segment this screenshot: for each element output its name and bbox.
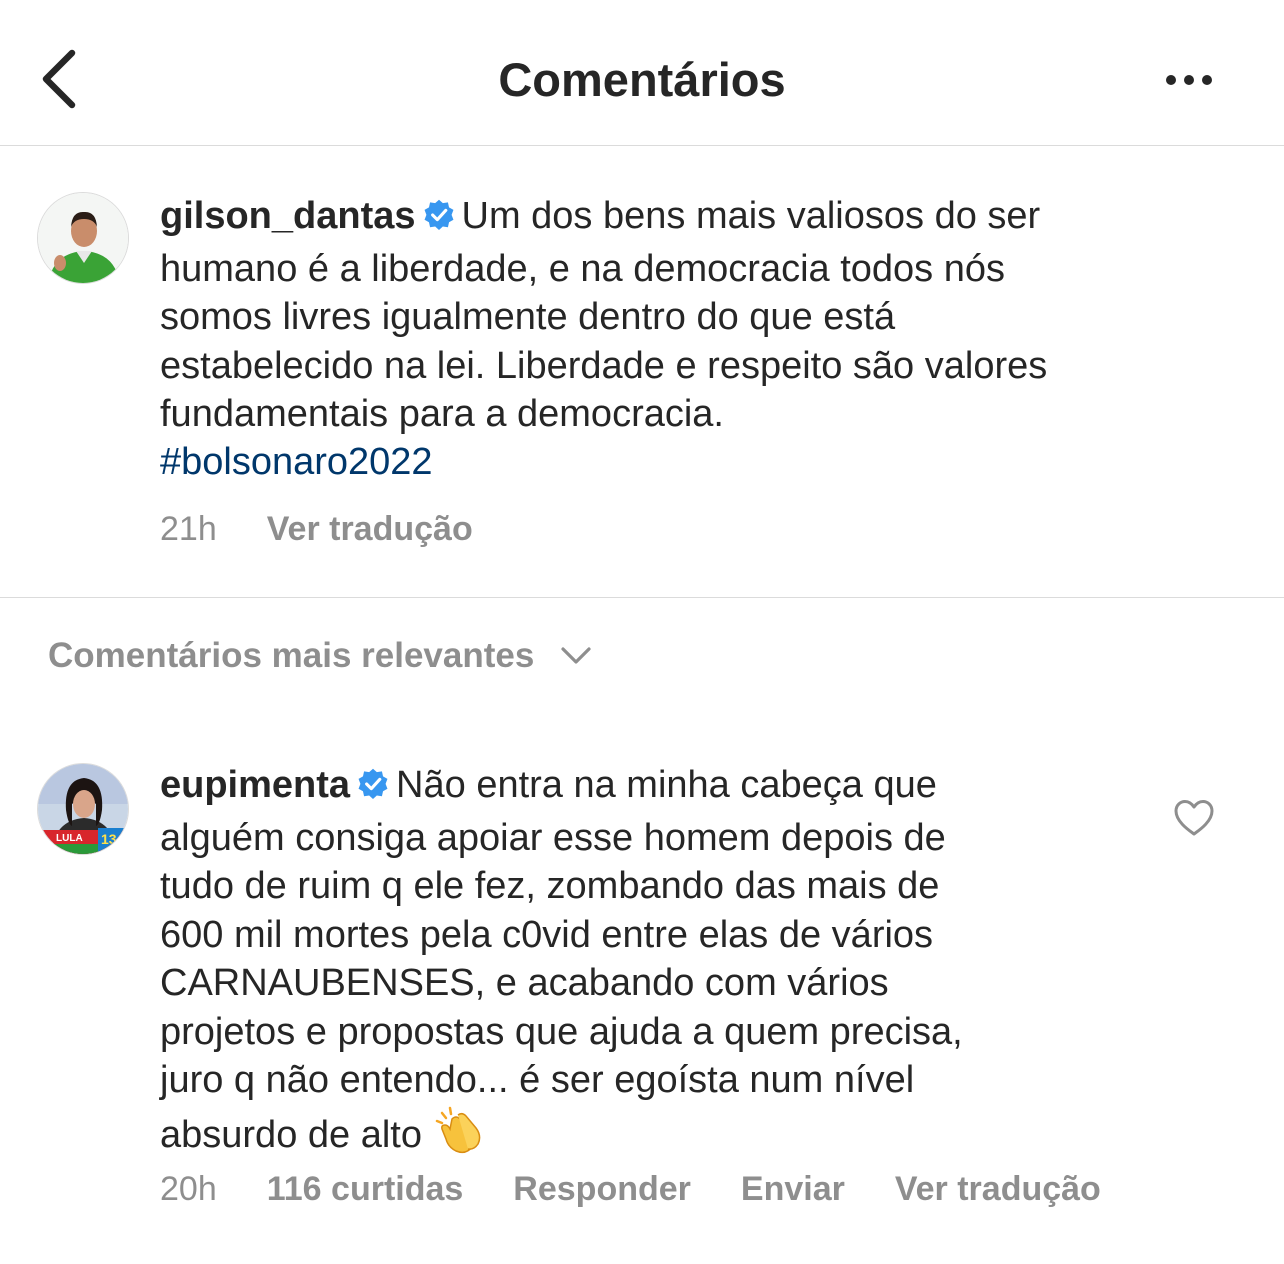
caption-line-text: Um dos bens mais valiosos do ser xyxy=(461,195,1041,237)
caption-line-2: humano é a liberdade, e na democracia to… xyxy=(160,247,1005,290)
comment-send-button[interactable]: Enviar xyxy=(741,1170,845,1209)
caption-line-5: fundamentais para a democracia. xyxy=(160,393,724,435)
heart-icon xyxy=(1174,800,1214,836)
verified-badge-icon xyxy=(422,196,456,245)
chevron-down-icon xyxy=(560,646,592,666)
comment-line-text: absurdo de alto xyxy=(160,1113,422,1156)
sort-label: Comentários mais relevantes xyxy=(48,636,535,675)
comment-line-7: juro q não entendo... é ser egoísta num … xyxy=(160,1059,915,1101)
caption-meta-row: 21h Ver tradução xyxy=(160,510,523,549)
comment-line-text: Não entra na minha cabeça que xyxy=(396,764,937,806)
comment-line-4: 600 mil mortes pela c0vid entre elas de … xyxy=(160,913,934,956)
comment-timestamp: 20h xyxy=(160,1170,217,1208)
more-options-button[interactable] xyxy=(1154,60,1224,100)
clapping-hands-emoji xyxy=(434,1105,486,1170)
comment-line-5: CARNAUBENSES, e acabando com vários xyxy=(160,962,889,1004)
author-avatar-image xyxy=(38,193,128,283)
caption-hashtag[interactable]: #bolsonaro2022 xyxy=(160,438,433,486)
comment-likes-count[interactable]: 116 curtidas xyxy=(267,1170,464,1209)
header-bar: Comentários xyxy=(0,0,1284,146)
comment-username[interactable]: eupimenta xyxy=(160,764,350,806)
avatar-badge-number: 13 xyxy=(101,831,117,847)
caption-line-4: estabelecido na lei. Liberdade e respeit… xyxy=(160,344,1048,387)
author-avatar[interactable] xyxy=(37,192,129,284)
comment-line-3: tudo de ruim q ele fez, zombando das mai… xyxy=(160,865,940,907)
caption-timestamp: 21h xyxy=(160,510,217,548)
verified-badge-icon xyxy=(356,765,390,814)
comment-line-1: eupimenta Não entra na minha cabeça que xyxy=(160,761,963,814)
like-comment-button[interactable] xyxy=(1172,798,1216,838)
more-horizontal-icon xyxy=(1166,75,1212,85)
avatar-badge-text: LULA xyxy=(56,833,83,844)
comments-sort-dropdown[interactable]: Comentários mais relevantes xyxy=(48,636,592,676)
comment-meta-row: 20h 116 curtidas Responder Enviar Ver traduç… xyxy=(160,1170,1151,1209)
comment-line-8: absurdo de alto xyxy=(160,1105,963,1170)
caption-line-1: gilson_dantas Um dos bens mais valiosos d… xyxy=(160,192,1047,245)
comment-text: eupimenta Não entra na minha cabeça que a… xyxy=(160,761,963,1169)
commenter-avatar-image: LULA 13 xyxy=(38,764,128,854)
comment-reply-button[interactable]: Responder xyxy=(513,1170,691,1209)
caption-line-3: somos livres igualmente dentro do que es… xyxy=(160,296,896,338)
caption-username[interactable]: gilson_dantas xyxy=(160,195,416,237)
comment-translate-link[interactable]: Ver tradução xyxy=(895,1170,1101,1209)
comment-line-6: projetos e propostas que ajuda a quem pr… xyxy=(160,1010,963,1053)
caption-translate-link[interactable]: Ver tradução xyxy=(267,510,473,549)
commenter-avatar[interactable]: LULA 13 xyxy=(37,763,129,855)
section-divider xyxy=(0,597,1284,598)
page-title: Comentários xyxy=(498,53,786,106)
comment-line-2: alguém consiga apoiar esse homem depois … xyxy=(160,816,946,859)
caption-text: gilson_dantas Um dos bens mais valiosos d… xyxy=(160,192,1047,439)
